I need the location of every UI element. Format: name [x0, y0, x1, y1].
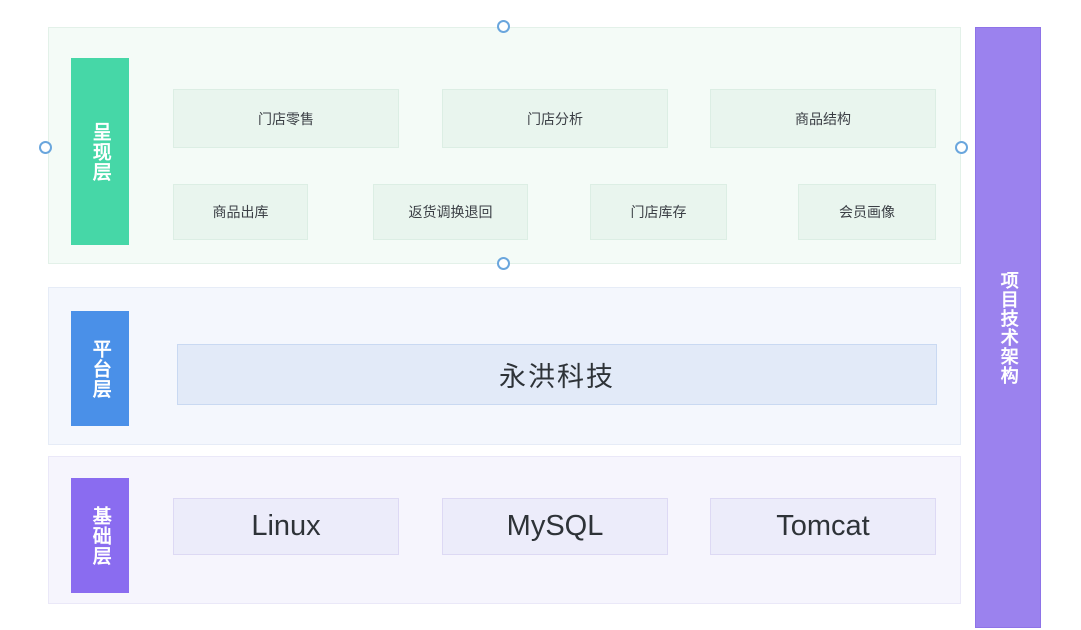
- node-infrastructure-mysql[interactable]: MySQL: [442, 498, 668, 555]
- layer-tag-presentation[interactable]: 呈现层: [71, 58, 129, 245]
- layer-tag-platform[interactable]: 平台层: [71, 311, 129, 426]
- node-infrastructure-tomcat[interactable]: Tomcat: [710, 498, 936, 555]
- architecture-diagram-canvas: 呈现层 门店零售 门店分析 商品结构 商品出库 返货调换退回 门店库存 会员画像…: [0, 0, 1081, 630]
- layer-presentation[interactable]: 呈现层 门店零售 门店分析 商品结构 商品出库 返货调换退回 门店库存 会员画像: [48, 27, 961, 264]
- selection-handle-right-icon[interactable]: [955, 141, 968, 154]
- layer-infrastructure[interactable]: 基础层 Linux MySQL Tomcat: [48, 456, 961, 604]
- selection-handle-top-icon[interactable]: [497, 20, 510, 33]
- node-platform-yonghong-technology[interactable]: 永洪科技: [177, 344, 937, 405]
- node-presentation-product-structure[interactable]: 商品结构: [710, 89, 936, 148]
- side-panel-label: 项目技术架构: [998, 270, 1019, 385]
- side-panel-project-architecture[interactable]: 项目技术架构: [975, 27, 1041, 628]
- selection-handle-bottom-icon[interactable]: [497, 257, 510, 270]
- node-presentation-store-analysis[interactable]: 门店分析: [442, 89, 668, 148]
- layer-platform[interactable]: 平台层 永洪科技: [48, 287, 961, 445]
- selection-handle-left-icon[interactable]: [39, 141, 52, 154]
- node-infrastructure-linux[interactable]: Linux: [173, 498, 399, 555]
- node-presentation-member-profile[interactable]: 会员画像: [798, 184, 936, 240]
- node-presentation-store-retail[interactable]: 门店零售: [173, 89, 399, 148]
- layer-tag-infrastructure[interactable]: 基础层: [71, 478, 129, 593]
- node-presentation-store-inventory[interactable]: 门店库存: [590, 184, 727, 240]
- node-presentation-product-outbound[interactable]: 商品出库: [173, 184, 308, 240]
- node-presentation-return-exchange[interactable]: 返货调换退回: [373, 184, 528, 240]
